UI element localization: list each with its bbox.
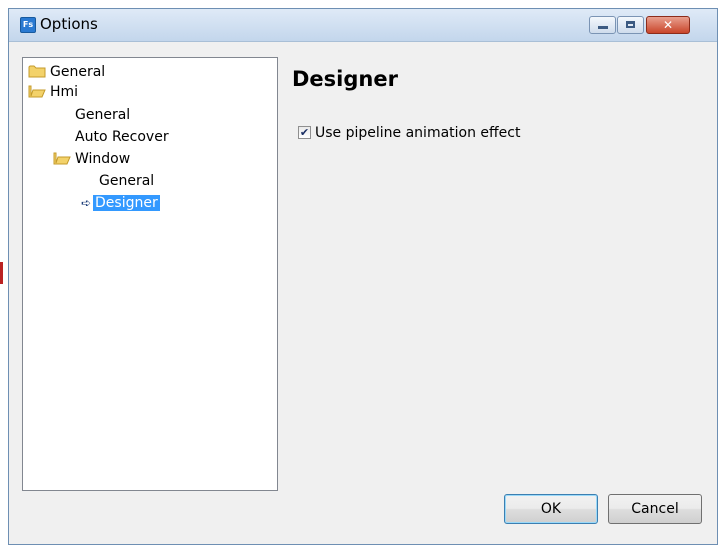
close-button[interactable]: ✕ [646, 16, 690, 34]
tree-item-hmi-general[interactable]: General [73, 105, 132, 125]
window-title: Options [40, 15, 98, 33]
minimize-icon [598, 26, 608, 29]
folder-icon [28, 65, 46, 78]
tree-item-label: General [99, 173, 155, 189]
tree-item-auto-recover[interactable]: Auto Recover [73, 127, 171, 147]
minimize-button[interactable] [589, 16, 616, 34]
ok-button[interactable]: OK [504, 494, 598, 524]
folder-open-icon [53, 152, 71, 165]
tree-item-label: Auto Recover [75, 129, 169, 145]
maximize-button[interactable] [617, 16, 644, 34]
tree-item-general[interactable]: General [28, 62, 107, 82]
tree-item-label: Hmi [50, 84, 79, 100]
tree-item-label: General [75, 107, 131, 123]
maximize-icon [626, 21, 635, 28]
title-bar[interactable]: Fs Options ✕ [9, 9, 717, 42]
left-edge-mark [0, 262, 3, 284]
option-label: Use pipeline animation effect [315, 125, 521, 141]
tree-item-label: Designer [93, 195, 160, 211]
close-icon: ✕ [662, 18, 674, 32]
tree-item-designer[interactable]: ➪ Designer [79, 193, 160, 213]
app-icon: Fs [20, 17, 36, 33]
options-tree[interactable]: General Hmi General Auto Recover Window … [22, 57, 278, 491]
tree-item-label: General [50, 64, 106, 80]
arrow-right-icon: ➪ [80, 196, 92, 210]
pipeline-animation-checkbox[interactable]: ✔ [298, 125, 311, 139]
options-dialog: Fs Options ✕ General Hmi General Auto Re… [8, 8, 718, 545]
tree-item-hmi[interactable]: Hmi [28, 82, 80, 102]
tree-item-label: Window [75, 151, 131, 167]
tree-item-window[interactable]: Window [53, 149, 132, 169]
pipeline-animation-option[interactable]: ✔ Use pipeline animation effect [298, 124, 520, 142]
tree-item-window-general[interactable]: General [97, 171, 156, 191]
page-title: Designer [292, 67, 398, 91]
cancel-button[interactable]: Cancel [608, 494, 702, 524]
folder-open-icon [28, 85, 46, 98]
